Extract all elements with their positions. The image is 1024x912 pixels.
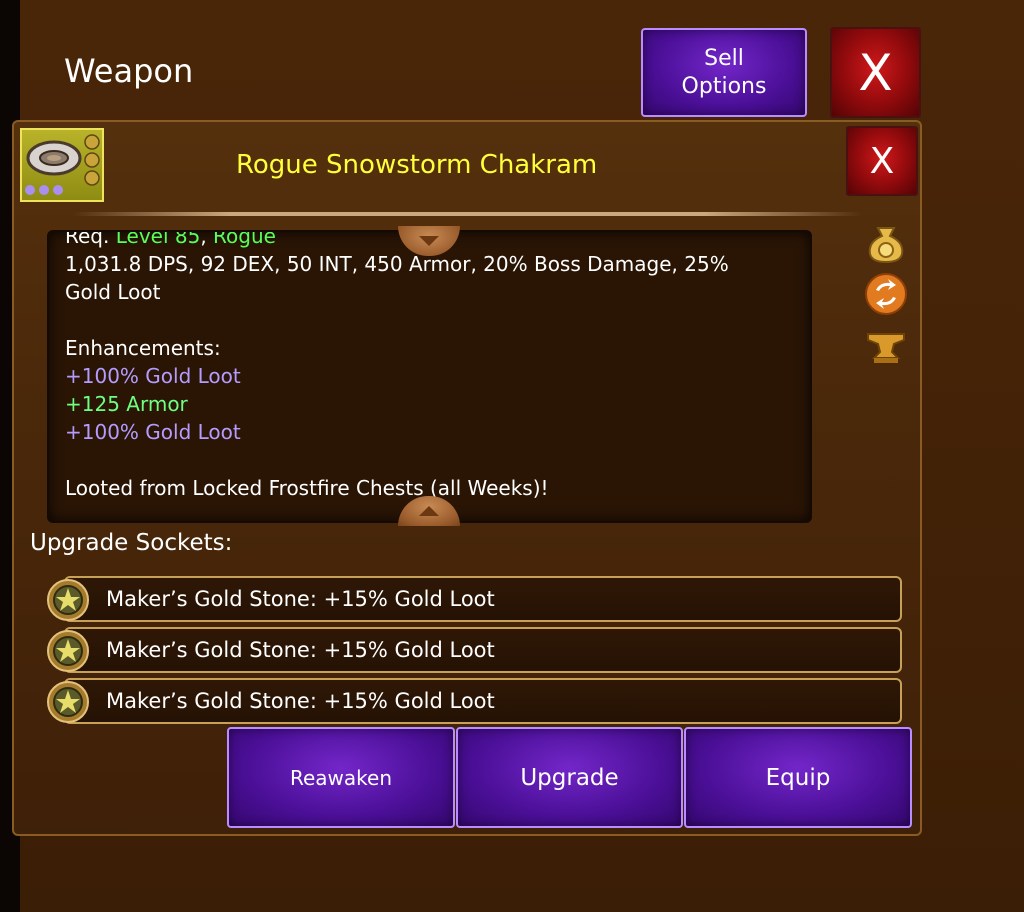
enhancement-item: +125 Armor [65, 392, 188, 416]
socket-label: Maker’s Gold Stone: +15% Gold Loot [106, 689, 495, 713]
requirement-class: Rogue [213, 230, 276, 248]
requirement-level: Level 85 [115, 230, 201, 248]
upgrade-sockets-title: Upgrade Sockets: [30, 530, 233, 556]
chakram-icon[interactable] [20, 128, 104, 202]
item-description-box[interactable]: Req. Level 85, Rogue 1,031.8 DPS, 92 DEX… [47, 230, 812, 523]
header-divider [72, 212, 862, 216]
requirement-prefix: Req. [65, 230, 110, 248]
equip-label: Equip [765, 764, 831, 791]
upgrade-label: Upgrade [520, 764, 619, 791]
page-title: Weapon [64, 52, 194, 90]
stats-line-continued: Gold Loot [65, 280, 161, 304]
sell-options-label: Sell Options [681, 45, 767, 99]
refresh-swap-icon[interactable] [864, 272, 908, 316]
reawaken-label: Reawaken [289, 765, 393, 790]
reawaken-button[interactable]: Reawaken [227, 727, 455, 828]
item-name: Rogue Snowstorm Chakram [236, 150, 598, 180]
close-icon: X [858, 43, 893, 102]
close-icon: X [869, 140, 895, 182]
gold-gem-icon [46, 680, 90, 724]
anvil-icon[interactable] [864, 326, 908, 366]
gold-bag-icon[interactable] [864, 220, 908, 264]
socket-row[interactable]: Maker’s Gold Stone: +15% Gold Loot [64, 576, 902, 622]
item-description: Req. Level 85, Rogue 1,031.8 DPS, 92 DEX… [65, 232, 795, 502]
scroll-down-icon [419, 506, 439, 516]
equip-button[interactable]: Equip [684, 727, 912, 828]
enhancements-title: Enhancements: [65, 336, 221, 360]
socket-row[interactable]: Maker’s Gold Stone: +15% Gold Loot [64, 678, 902, 724]
close-window-button[interactable]: X [830, 27, 921, 118]
sell-options-button[interactable]: Sell Options [641, 28, 807, 117]
socket-label: Maker’s Gold Stone: +15% Gold Loot [106, 587, 495, 611]
socket-row[interactable]: Maker’s Gold Stone: +15% Gold Loot [64, 627, 902, 673]
socket-label: Maker’s Gold Stone: +15% Gold Loot [106, 638, 495, 662]
gold-gem-icon [46, 578, 90, 622]
upgrade-button[interactable]: Upgrade [456, 727, 683, 828]
gold-gem-icon [46, 629, 90, 673]
scroll-up-icon [419, 236, 439, 246]
enhancement-item: +100% Gold Loot [65, 364, 241, 388]
enhancement-item: +100% Gold Loot [65, 420, 241, 444]
close-item-button[interactable]: X [846, 126, 918, 196]
